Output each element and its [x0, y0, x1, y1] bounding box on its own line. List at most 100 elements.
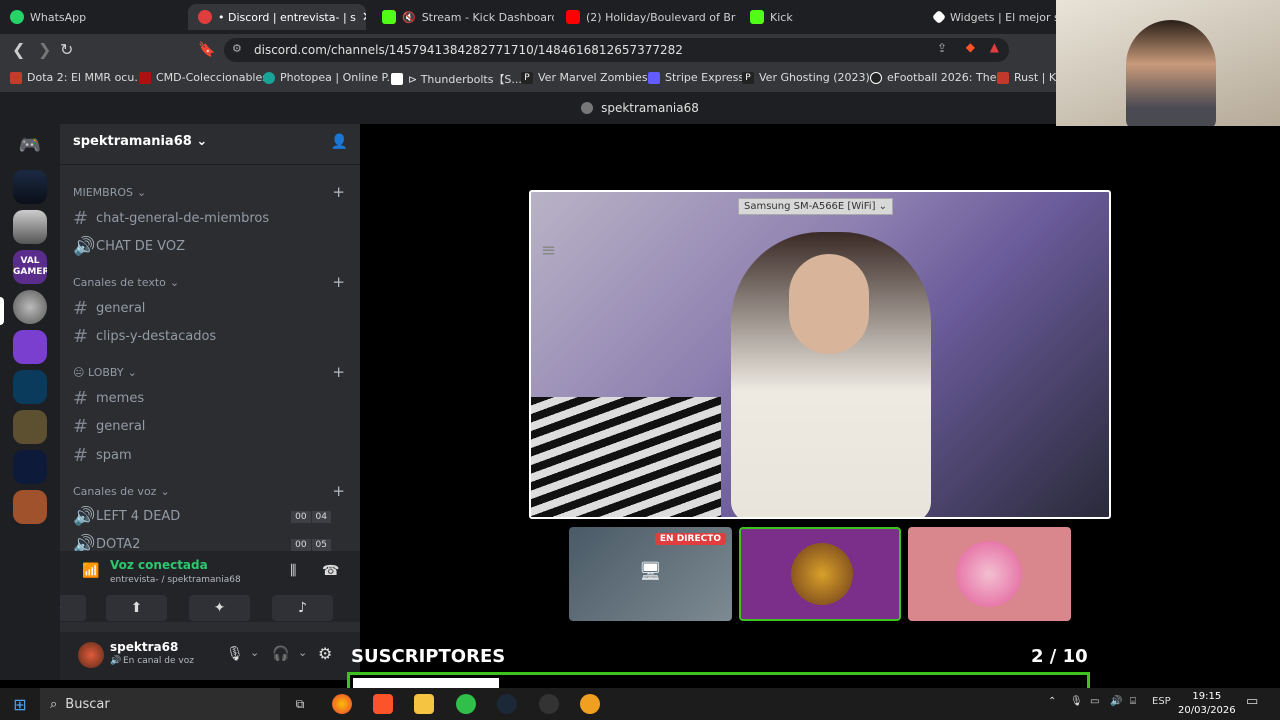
category-header[interactable]: MIEMBROS ⌄	[73, 186, 146, 199]
server-icon[interactable]	[13, 370, 47, 404]
clock[interactable]: 19:15 20/03/2026	[1178, 690, 1236, 718]
add-channel-icon[interactable]: +	[332, 363, 345, 381]
utorrent-icon[interactable]	[456, 694, 476, 714]
app-icon[interactable]	[580, 694, 600, 714]
obs-icon[interactable]	[539, 694, 559, 714]
valgamers-server-icon[interactable]: VALGAMERS	[13, 250, 47, 284]
voice-channel[interactable]: 🔊 LEFT 4 DEAD 00 04	[73, 506, 345, 527]
tab-kick[interactable]: Kick	[740, 4, 920, 30]
gear-icon[interactable]: ⚙	[318, 644, 332, 663]
text-channel[interactable]: # memes	[73, 388, 345, 409]
activities-button[interactable]: ✦	[189, 595, 250, 621]
tab-youtube[interactable]: (2) Holiday/Boulevard of Broken	[556, 4, 736, 30]
voice-status-icon: 🔊	[110, 656, 122, 666]
notification-icon[interactable]: ▭	[1246, 694, 1258, 709]
microphone-icon[interactable]: 🎙	[1070, 696, 1083, 707]
server-icon[interactable]	[13, 210, 47, 244]
user-limit-badge: 00 04	[291, 510, 331, 523]
participant-tile[interactable]	[739, 527, 901, 621]
server-icon[interactable]	[13, 490, 47, 524]
windows-start-icon[interactable]: ⊞	[10, 694, 30, 714]
chevron-down-icon: ⌄	[137, 186, 147, 199]
tab-kick-dashboard[interactable]: 🔇 Stream - Kick Dashboard	[372, 4, 554, 30]
task-view-icon[interactable]: ⧉	[290, 694, 310, 714]
server-name-header[interactable]: spektramania68 ⌄	[73, 134, 207, 149]
brave-icon[interactable]	[373, 694, 393, 714]
text-channel[interactable]: # spam	[73, 445, 345, 466]
text-channel[interactable]: # general	[73, 298, 345, 319]
soundboard-icon: ♪	[298, 600, 307, 616]
text-channel[interactable]: # general	[73, 416, 345, 437]
battery-icon[interactable]: ▭	[1090, 696, 1099, 707]
tab-whatsapp[interactable]: WhatsApp	[0, 4, 186, 30]
menu-icon[interactable]: ≡	[541, 240, 556, 261]
disconnect-icon[interactable]: ☎	[322, 563, 339, 579]
bookmark-item[interactable]: CMD-Coleccionables	[139, 71, 268, 84]
invite-icon[interactable]: 👤	[331, 134, 348, 150]
tab-discord[interactable]: • Discord | entrevista- | s ✕	[188, 4, 366, 30]
reload-icon[interactable]: ↻	[60, 41, 73, 59]
category-header[interactable]: Canales de voz ⌄	[73, 485, 170, 498]
language-indicator[interactable]: ESP	[1152, 696, 1171, 707]
youtube-icon	[566, 10, 580, 24]
search-input[interactable]: ⌕ Buscar	[40, 688, 280, 720]
chrome-icon[interactable]	[332, 694, 352, 714]
server-icon[interactable]	[13, 330, 47, 364]
site-info-icon[interactable]: ⚙	[232, 42, 242, 55]
bookmark-item[interactable]: Dota 2: El MMR ocu...	[10, 71, 145, 84]
recording-icon	[198, 10, 212, 24]
bookmark-item[interactable]: P Ver Ghosting (2023)...	[742, 71, 880, 84]
url-field[interactable]: ⚙ discord.com/channels/14579413842827717…	[224, 38, 1009, 62]
volume-icon[interactable]: 🔊	[1110, 696, 1122, 707]
speaker-icon: 🔊	[73, 236, 96, 257]
text-channel[interactable]: # clips-y-destacados	[73, 326, 345, 347]
discord-home-icon[interactable]: 🎮	[13, 128, 47, 162]
bookmark-item[interactable]: Stripe Express	[648, 71, 744, 84]
avatar[interactable]	[78, 642, 104, 668]
brave-rewards-icon[interactable]: ▲	[990, 40, 999, 54]
steam-icon[interactable]	[497, 694, 517, 714]
share-icon[interactable]: ⇪	[937, 41, 947, 55]
back-icon[interactable]: ❮	[12, 41, 25, 59]
participant-tile[interactable]	[908, 527, 1071, 621]
chevron-down-icon[interactable]: ⌄	[250, 646, 259, 659]
add-channel-icon[interactable]: +	[332, 482, 345, 500]
soundboard-button[interactable]: ♪	[272, 595, 333, 621]
headphones-icon[interactable]: 🎧	[272, 646, 289, 662]
text-channel[interactable]: # chat-general-de-miembros	[73, 208, 345, 229]
close-tab-icon[interactable]: ✕	[362, 10, 366, 25]
bookmark-item[interactable]: Photopea | Online P...	[263, 71, 397, 84]
tab-widgets[interactable]: Widgets | El mejor softw	[924, 4, 1056, 30]
screen-share-button[interactable]: ⬆	[106, 595, 167, 621]
signal-icon[interactable]: 📶	[82, 563, 99, 579]
noise-suppression-icon[interactable]: ⫼	[290, 563, 296, 579]
category-header[interactable]: Canales de texto ⌄	[73, 276, 179, 289]
bookmark-icon[interactable]: 🔖	[198, 41, 215, 59]
server-icon[interactable]	[13, 290, 47, 324]
camera-off-button[interactable]: ⊘	[60, 595, 86, 621]
bookmark-item[interactable]: eFootball 2026: The...	[870, 71, 1007, 84]
screen-share-icon: ⬆	[130, 600, 143, 616]
server-icon[interactable]	[13, 410, 47, 444]
chevron-down-icon[interactable]: ⌄	[298, 646, 307, 659]
bookmark-item[interactable]: P Ver Marvel Zombies...	[521, 71, 658, 84]
microphone-icon[interactable]: 🎙	[226, 646, 244, 662]
chevron-up-icon[interactable]: ⌃	[1048, 696, 1056, 707]
file-explorer-icon[interactable]	[414, 694, 434, 714]
windows-taskbar: ⊞ ⌕ Buscar ⧉ ⌃ 🎙 ▭ 🔊 ⌸ ESP 19:15 20/03/2…	[0, 688, 1280, 720]
category-header[interactable]: 😐 LOBBY ⌄	[73, 366, 137, 379]
stream-video[interactable]: ≡	[529, 190, 1111, 519]
bookmark-item[interactable]: Rust | Kic	[997, 71, 1065, 84]
forward-icon[interactable]: ❯	[38, 41, 51, 59]
chevron-down-icon: ⌄	[160, 485, 170, 498]
server-icon[interactable]	[13, 450, 47, 484]
voice-channel[interactable]: 🔊 CHAT DE VOZ	[73, 236, 345, 257]
bookmark-item[interactable]: ⊳ Thunderbolts【S...	[391, 71, 522, 87]
participant-tile[interactable]: EN DIRECTO 🖥	[569, 527, 732, 621]
add-channel-icon[interactable]: +	[332, 183, 345, 201]
server-icon[interactable]	[13, 170, 47, 204]
widgets-icon	[931, 9, 947, 25]
add-channel-icon[interactable]: +	[332, 273, 345, 291]
network-icon[interactable]: ⌸	[1130, 696, 1136, 707]
brave-shield-icon[interactable]: ◆	[966, 40, 975, 54]
